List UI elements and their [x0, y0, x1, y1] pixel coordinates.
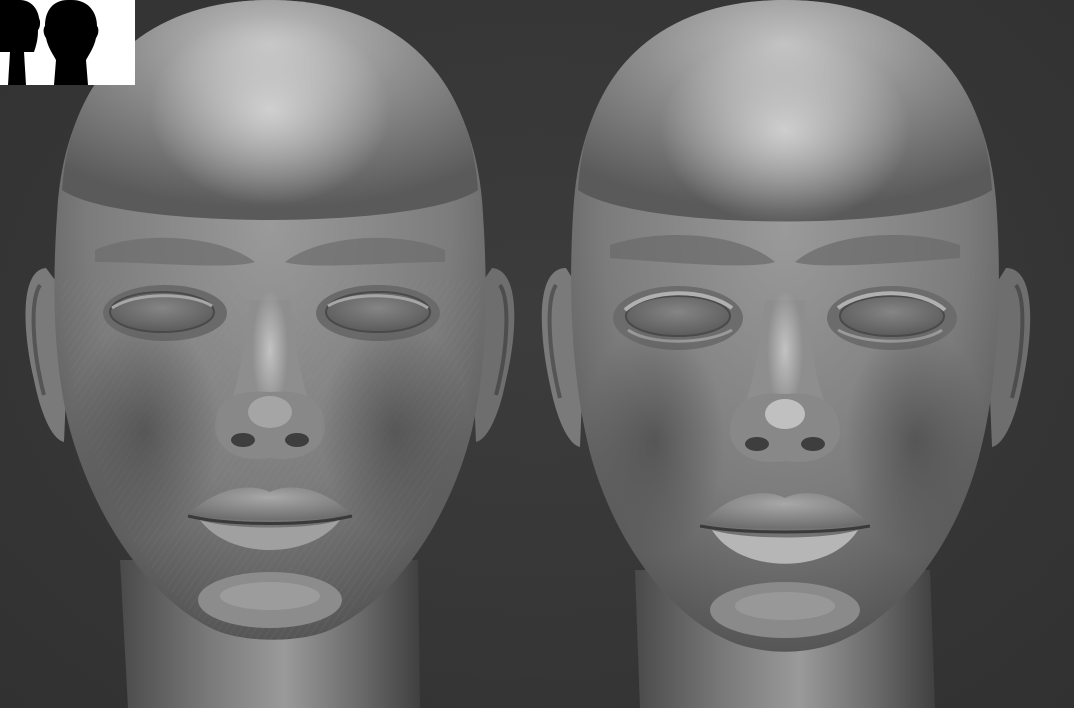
dual-head-silhouette-icon: [0, 0, 135, 85]
silhouette-head-left: [0, 0, 41, 52]
head-model-left[interactable]: [25, 0, 515, 708]
sculpt-scene: [25, 0, 1031, 708]
head-model-right[interactable]: [541, 0, 1031, 708]
navigator-thumbnail[interactable]: [0, 0, 135, 85]
document-canvas[interactable]: [0, 0, 1074, 708]
